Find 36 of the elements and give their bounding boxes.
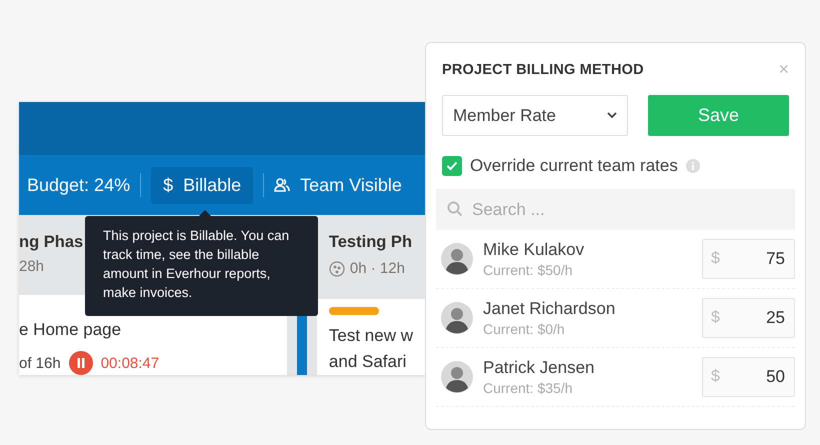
column-estimate: 28h <box>19 258 44 274</box>
budget-label[interactable]: Budget: 24% <box>27 174 130 196</box>
current-rate: Current: $0/h <box>483 321 566 337</box>
currency-symbol: $ <box>711 368 720 386</box>
task-title: Test new w and Safari <box>328 325 413 373</box>
override-label[interactable]: Override current team rates <box>470 156 678 176</box>
current-rate: Current: $50/h <box>483 262 574 278</box>
visibility-label[interactable]: Team Visible <box>300 174 402 196</box>
task-card[interactable]: Test new w and Safari <box>316 299 425 375</box>
member-name: Janet Richardson <box>483 299 616 319</box>
member-name: Patrick Jensen <box>483 358 596 378</box>
avatar <box>441 361 473 393</box>
column-title: Testing Ph <box>328 233 412 253</box>
currency-symbol: $ <box>711 250 720 268</box>
billable-button[interactable]: $ Billable <box>151 166 254 204</box>
dial-icon <box>328 260 345 277</box>
avatar <box>441 302 473 334</box>
team-icon <box>274 177 290 193</box>
chevron-icon <box>607 112 617 119</box>
search-field[interactable]: Search ... <box>436 189 795 230</box>
override-checkbox[interactable] <box>442 156 462 176</box>
search-icon <box>447 201 463 217</box>
currency-symbol: $ <box>711 309 720 327</box>
column-estimate: 0h · 12h <box>350 260 405 278</box>
timer-text: 00:08:47 <box>100 354 160 372</box>
avatar <box>441 243 473 275</box>
method-dropdown[interactable]: Member Rate <box>442 95 628 136</box>
task-title: e Home page <box>19 319 122 341</box>
member-name: Mike Kulakov <box>483 240 586 260</box>
pause-button[interactable] <box>68 351 93 375</box>
info-icon <box>686 159 700 173</box>
task-estimate: of 16h <box>19 354 61 372</box>
column-title: ng Phas <box>19 233 84 252</box>
panel-title: PROJECT BILLING METHOD <box>442 62 644 78</box>
current-rate: Current: $35/h <box>483 380 574 396</box>
pause-icon <box>76 358 86 368</box>
